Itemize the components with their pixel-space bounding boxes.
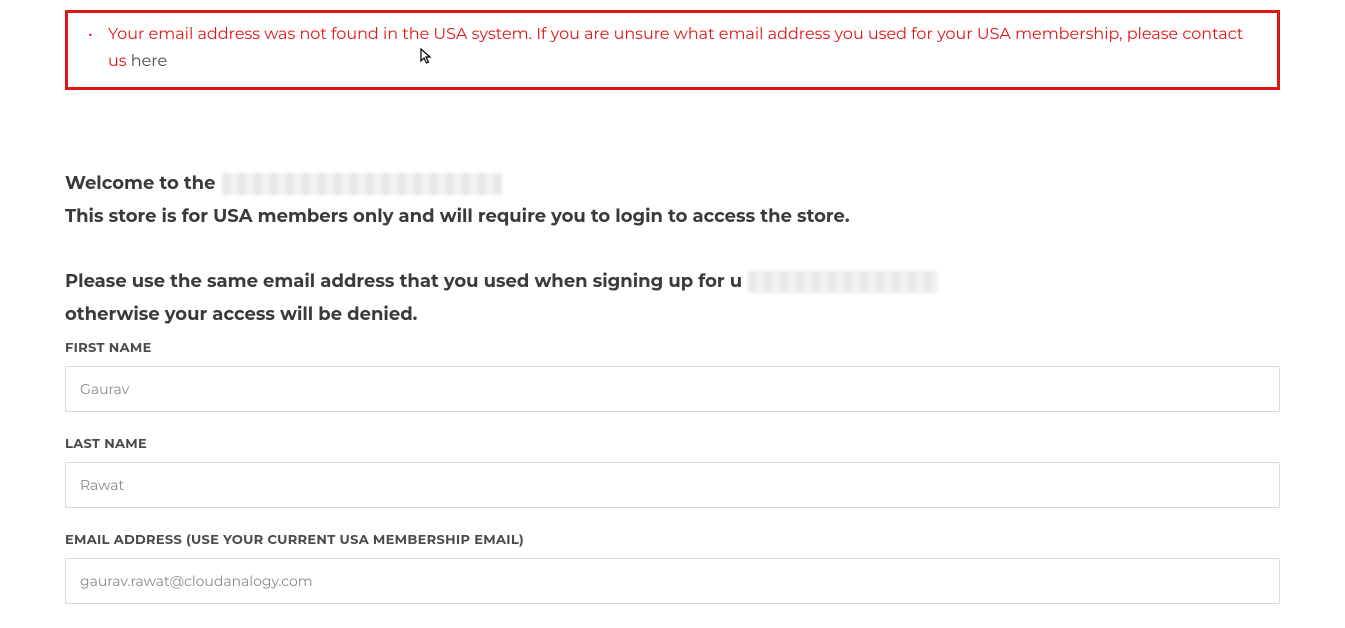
welcome-text-line-2: Please use the same email address that y… bbox=[65, 268, 1280, 328]
email-input[interactable] bbox=[65, 558, 1280, 604]
last-name-input[interactable] bbox=[65, 462, 1280, 508]
error-alert-box: Your email address was not found in the … bbox=[65, 10, 1280, 90]
contact-us-link[interactable]: here bbox=[131, 52, 167, 71]
redacted-store-name bbox=[222, 173, 502, 195]
error-message-text: Your email address was not found in the … bbox=[108, 25, 1243, 71]
welcome-text2-part-a: Please use the same email address that y… bbox=[65, 268, 742, 295]
welcome-text2-part-b: otherwise your access will be denied. bbox=[65, 301, 417, 328]
first-name-label: FIRST NAME bbox=[65, 340, 1280, 356]
email-label: EMAIL ADDRESS (USE YOUR CURRENT USA MEMB… bbox=[65, 532, 1280, 548]
welcome-text-part-a: Welcome to the bbox=[65, 170, 216, 197]
welcome-text-part-b: This store is for USA members only and w… bbox=[65, 203, 850, 230]
last-name-label: LAST NAME bbox=[65, 436, 1280, 452]
welcome-text-line-1: Welcome to the This store is for USA mem… bbox=[65, 170, 1280, 230]
error-message-item: Your email address was not found in the … bbox=[93, 21, 1262, 75]
redacted-program-name bbox=[748, 271, 938, 293]
first-name-input[interactable] bbox=[65, 366, 1280, 412]
